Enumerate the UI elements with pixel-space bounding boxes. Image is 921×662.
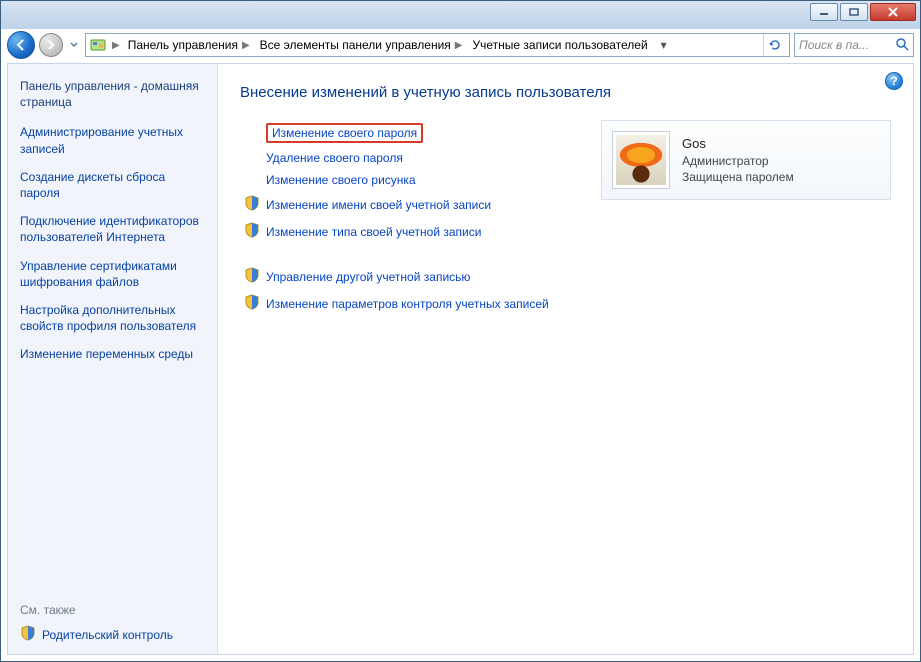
sidebar-footer-label: Родительский контроль: [42, 628, 173, 642]
action-link-label: Изменение своего пароля: [266, 123, 423, 143]
search-placeholder: Поиск в па...: [799, 38, 869, 52]
body: Панель управления - домашняя страница Ад…: [7, 63, 914, 655]
sidebar-link-5[interactable]: Изменение переменных среды: [20, 346, 207, 362]
sidebar-link-0[interactable]: Администрирование учетных записей: [20, 124, 207, 156]
refresh-icon: [768, 38, 782, 52]
user-status: Защищена паролем: [682, 169, 794, 185]
control-panel-icon: [90, 37, 106, 53]
refresh-button[interactable]: [763, 34, 785, 56]
breadcrumb-item-0[interactable]: Панель управления ▶: [126, 38, 252, 52]
action-link-label: Изменение параметров контроля учетных за…: [266, 297, 549, 311]
sidebar-footer-link[interactable]: Родительский контроль: [20, 625, 207, 644]
sidebar-link-4[interactable]: Настройка дополнительных свойств профиля…: [20, 302, 207, 334]
minimize-icon: [819, 8, 829, 16]
shield-icon: [244, 267, 260, 286]
close-button[interactable]: [870, 3, 916, 21]
history-dropdown[interactable]: [67, 35, 81, 55]
back-button[interactable]: [7, 31, 35, 59]
action-link-label: Изменение типа своей учетной записи: [266, 225, 481, 239]
help-button[interactable]: ?: [885, 72, 903, 90]
search-icon: [895, 37, 909, 54]
chevron-right-icon: ▶: [455, 40, 463, 51]
sidebar-link-1[interactable]: Создание дискеты сброса пароля: [20, 169, 207, 201]
close-icon: [887, 7, 899, 17]
window: ▶ Панель управления ▶ Все элементы панели…: [0, 0, 921, 662]
minimize-button[interactable]: [810, 3, 838, 21]
user-role: Администратор: [682, 153, 794, 169]
titlebar: [1, 1, 920, 29]
search-input[interactable]: Поиск в па...: [794, 33, 914, 57]
maximize-icon: [849, 8, 859, 16]
see-also-label: См. также: [20, 603, 207, 617]
shield-icon: [20, 625, 36, 644]
sidebar-link-2[interactable]: Подключение идентификаторов пользователе…: [20, 213, 207, 245]
address-bar[interactable]: ▶ Панель управления ▶ Все элементы панели…: [85, 33, 790, 57]
navbar: ▶ Панель управления ▶ Все элементы панели…: [7, 29, 914, 61]
shield-icon: [244, 195, 260, 214]
avatar[interactable]: [612, 131, 670, 189]
breadcrumb-label: Панель управления: [128, 38, 238, 52]
content: ? Внесение изменений в учетную запись по…: [218, 64, 913, 654]
arrow-right-icon: [45, 39, 57, 51]
avatar-image: [616, 135, 666, 185]
forward-button[interactable]: [39, 33, 63, 57]
action-change-type[interactable]: Изменение типа своей учетной записи: [244, 222, 891, 241]
breadcrumb-label: Все элементы панели управления: [260, 38, 451, 52]
action-manage-other[interactable]: Управление другой учетной записью: [244, 267, 891, 286]
sidebar-home-link[interactable]: Панель управления - домашняя страница: [20, 78, 207, 110]
help-icon-label: ?: [890, 74, 897, 88]
breadcrumb-item-2[interactable]: Учетные записи пользователей: [470, 38, 649, 52]
action-uac-settings[interactable]: Изменение параметров контроля учетных за…: [244, 294, 891, 313]
sidebar: Панель управления - домашняя страница Ад…: [8, 64, 218, 654]
chevron-down-icon: [70, 42, 78, 48]
arrow-left-icon: [14, 38, 28, 52]
breadcrumb-label: Учетные записи пользователей: [472, 38, 647, 52]
action-link-label: Изменение имени своей учетной записи: [266, 198, 491, 212]
chevron-right-icon: ▶: [242, 40, 250, 51]
address-dropdown[interactable]: ▾: [656, 38, 672, 52]
breadcrumb-item-1[interactable]: Все элементы панели управления ▶: [258, 38, 465, 52]
user-info: Gos Администратор Защищена паролем: [682, 135, 794, 185]
sidebar-link-3[interactable]: Управление сертификатами шифрования файл…: [20, 258, 207, 290]
action-link-label: Изменение своего рисунка: [266, 173, 416, 187]
shield-icon: [244, 222, 260, 241]
action-link-label: Удаление своего пароля: [266, 151, 403, 165]
user-name: Gos: [682, 135, 794, 153]
shield-icon: [244, 294, 260, 313]
user-card: Gos Администратор Защищена паролем: [601, 120, 891, 200]
chevron-right-icon: ▶: [112, 40, 120, 51]
action-link-label: Управление другой учетной записью: [266, 270, 470, 284]
maximize-button[interactable]: [840, 3, 868, 21]
page-title: Внесение изменений в учетную запись поль…: [240, 84, 891, 101]
